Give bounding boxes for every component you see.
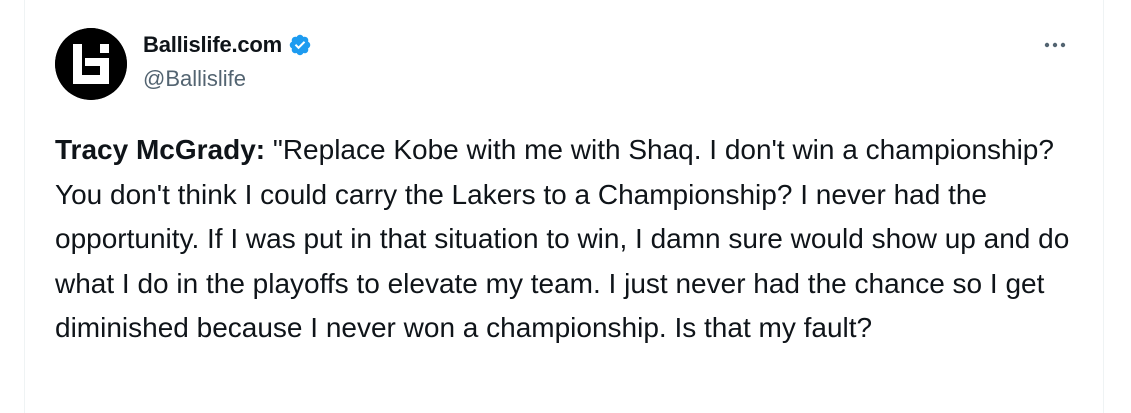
more-options-button[interactable] [1037, 30, 1073, 60]
author-display-name[interactable]: Ballislife.com [143, 32, 282, 58]
author-handle[interactable]: @Ballislife [143, 66, 246, 92]
author-name-row: Ballislife.com [143, 32, 312, 58]
verified-badge-icon[interactable] [288, 33, 312, 57]
ballislife-logo-icon[interactable] [55, 28, 127, 100]
tweet-speaker: Tracy McGrady: [55, 134, 266, 165]
tweet-text: Tracy McGrady: "Replace Kobe with me wit… [55, 128, 1085, 351]
tweet-body: "Replace Kobe with me with Shaq. I don't… [55, 134, 1070, 343]
tweet-card: Ballislife.com @Ballislife Tracy McGrady… [24, 0, 1104, 413]
more-horizontal-icon [1044, 42, 1066, 48]
